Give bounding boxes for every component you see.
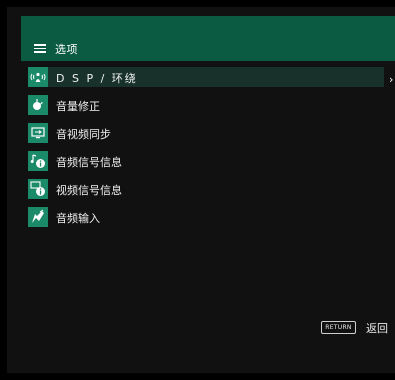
audio-input-icon: [28, 207, 48, 227]
return-key-badge[interactable]: RETURN: [321, 321, 356, 334]
menu-item-audio-input[interactable]: 音频输入: [28, 207, 384, 227]
volume-icon: [28, 95, 48, 115]
menu-item-label: 音频信号信息: [56, 156, 122, 169]
dsp-surround-icon: [28, 67, 48, 87]
return-label: 返回: [366, 322, 388, 335]
menu-item-label: 音量修正: [56, 100, 100, 113]
menu-item-audio-info[interactable]: 音频信号信息: [28, 151, 384, 171]
menu-item-av-sync[interactable]: 音视频同步: [28, 123, 384, 143]
menu-item-label: 音视频同步: [56, 128, 111, 141]
menu-item-label: 音频输入: [56, 212, 100, 225]
menu-item-video-info[interactable]: 视频信号信息: [28, 179, 384, 199]
video-info-icon: [28, 179, 48, 199]
chevron-right-icon: ›: [389, 73, 394, 86]
menu-item-volume[interactable]: 音量修正: [28, 95, 384, 115]
page-title: 选项: [55, 43, 78, 56]
menu-item-label: D S P / 环绕: [56, 72, 138, 85]
av-sync-icon: [28, 123, 48, 143]
options-screen: 选项 D S P / 环绕 › 音量修正 音视频同步 音频信号信息 视频信号信息…: [0, 0, 395, 380]
menu-item-dsp-surround[interactable]: D S P / 环绕: [28, 67, 384, 87]
audio-info-icon: [28, 151, 48, 171]
menu-item-label: 视频信号信息: [56, 184, 122, 197]
menu-icon: [34, 44, 46, 53]
